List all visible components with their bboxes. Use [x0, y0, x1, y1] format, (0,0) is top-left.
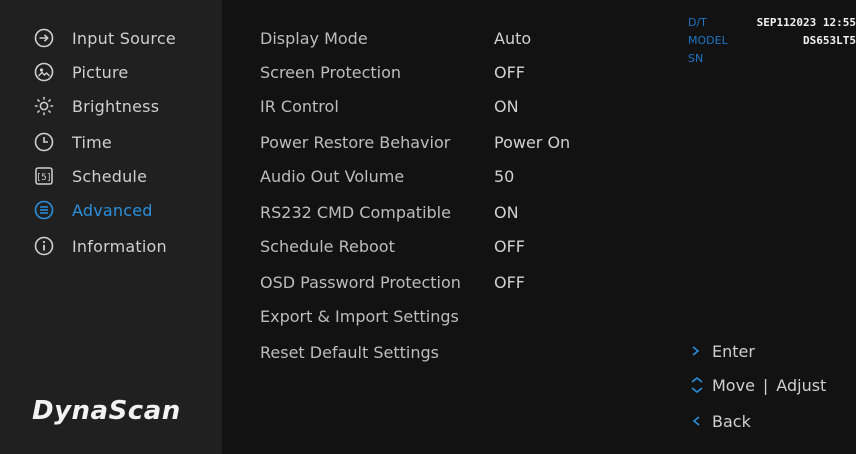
setting-row-power-restore[interactable]: Power Restore Behavior Power On — [260, 126, 620, 158]
setting-label: Export & Import Settings — [260, 306, 459, 326]
sidebar-item-label: Information — [72, 236, 167, 256]
hint-back-label: Back — [712, 411, 751, 431]
input-source-icon — [34, 28, 54, 48]
hint-enter-label: Enter — [712, 341, 755, 361]
device-info: D/T SEP112023 12:55 MODEL DS653LT5 SN — [688, 16, 856, 70]
setting-value: Power On — [494, 132, 571, 152]
setting-value: OFF — [494, 236, 525, 256]
setting-label: Schedule Reboot — [260, 236, 395, 256]
setting-row-display-mode[interactable]: Display Mode Auto — [260, 22, 620, 54]
setting-row-rs232-cmd[interactable]: RS232 CMD Compatible ON — [260, 196, 620, 228]
setting-label: OSD Password Protection — [260, 272, 461, 292]
chevron-right-icon — [690, 345, 712, 357]
setting-value: OFF — [494, 272, 525, 292]
sidebar-item-input-source[interactable]: Input Source — [22, 22, 212, 54]
setting-row-audio-out-volume[interactable]: Audio Out Volume 50 — [260, 160, 620, 192]
sidebar-item-label: Picture — [72, 62, 129, 82]
sidebar-item-label: Input Source — [72, 28, 176, 48]
setting-value: Auto — [494, 28, 532, 48]
datetime-label: D/T — [688, 16, 707, 29]
sidebar-item-time[interactable]: Time — [22, 126, 212, 158]
sidebar-item-advanced[interactable]: Advanced — [22, 194, 212, 226]
setting-row-ir-control[interactable]: IR Control ON — [260, 90, 620, 122]
setting-row-export-import[interactable]: Export & Import Settings — [260, 300, 620, 332]
model-label: MODEL — [688, 34, 728, 47]
sidebar-item-picture[interactable]: Picture — [22, 56, 212, 88]
setting-label: RS232 CMD Compatible — [260, 202, 451, 222]
model-value: DS653LT5 — [803, 34, 856, 47]
hint-enter: Enter — [690, 338, 850, 364]
svg-text:[5]: [5] — [37, 173, 50, 183]
hint-adjust-label: Adjust — [776, 375, 827, 395]
datetime-value: SEP112023 12:55 — [756, 16, 856, 29]
sidebar-item-label: Brightness — [72, 96, 160, 116]
setting-label: Power Restore Behavior — [260, 132, 451, 152]
up-down-arrows-icon — [690, 376, 712, 394]
brand-logo: DynaScan — [32, 396, 181, 426]
sidebar: Input Source Picture Brightness Time [5]… — [0, 0, 222, 454]
hint-move-label: Move — [712, 375, 755, 395]
sidebar-item-brightness[interactable]: Brightness — [22, 90, 212, 122]
sidebar-item-label: Advanced — [72, 200, 153, 220]
hint-move-adjust: Move | Adjust — [690, 372, 850, 398]
setting-row-screen-protection[interactable]: Screen Protection OFF — [260, 56, 620, 88]
schedule-icon: [5] — [34, 166, 54, 186]
setting-label: Display Mode — [260, 28, 368, 48]
advanced-icon — [34, 200, 54, 220]
setting-row-reset-default[interactable]: Reset Default Settings — [260, 336, 620, 368]
setting-label: Reset Default Settings — [260, 342, 439, 362]
sn-label: SN — [688, 52, 704, 65]
setting-value: OFF — [494, 62, 525, 82]
info-icon — [34, 236, 54, 256]
setting-value: ON — [494, 202, 519, 222]
sidebar-item-schedule[interactable]: [5] Schedule — [22, 160, 212, 192]
setting-label: Audio Out Volume — [260, 166, 405, 186]
picture-icon — [34, 62, 54, 82]
hint-back: Back — [690, 408, 850, 434]
sidebar-item-information[interactable]: Information — [22, 230, 212, 262]
setting-value: 50 — [494, 166, 515, 186]
setting-label: Screen Protection — [260, 62, 402, 82]
chevron-left-icon — [690, 415, 712, 427]
osd-menu: Input Source Picture Brightness Time [5]… — [0, 0, 856, 454]
setting-value: ON — [494, 96, 519, 116]
setting-row-schedule-reboot[interactable]: Schedule Reboot OFF — [260, 230, 620, 262]
hint-separator: | — [762, 375, 769, 395]
sidebar-item-label: Schedule — [72, 166, 148, 186]
setting-label: IR Control — [260, 96, 339, 116]
clock-icon — [34, 132, 54, 152]
brightness-icon — [34, 96, 54, 116]
sidebar-item-label: Time — [72, 132, 112, 152]
setting-row-osd-password[interactable]: OSD Password Protection OFF — [260, 266, 620, 298]
